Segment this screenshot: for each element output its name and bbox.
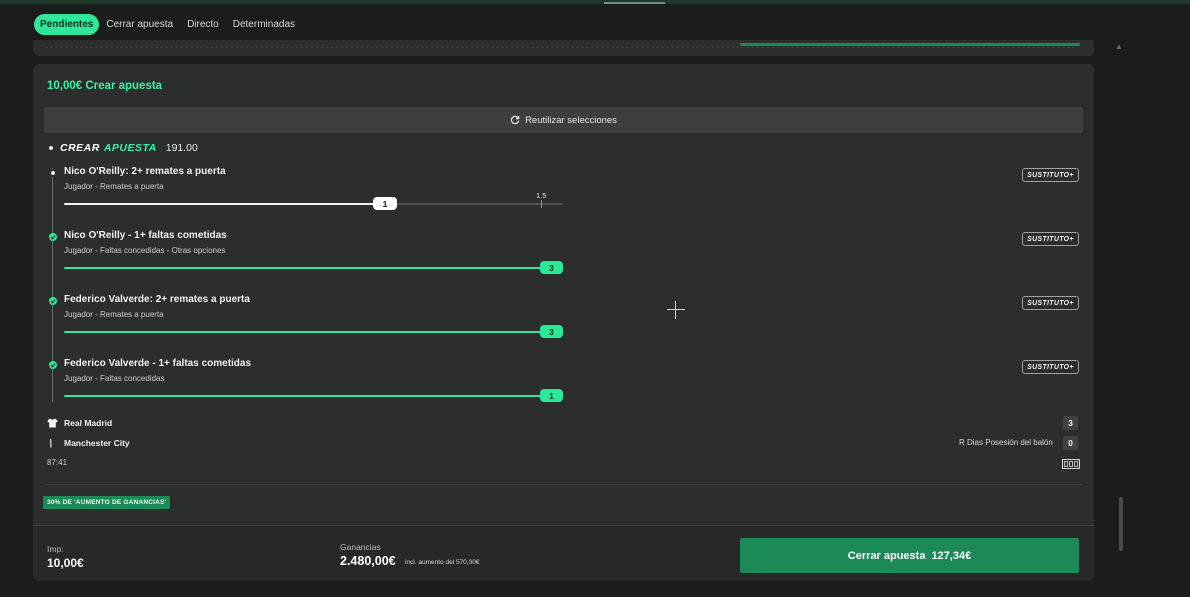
- boost-badge: 30% DE 'AUMENTO DE GANANCIAS': [43, 496, 171, 509]
- top-accent-bar: [0, 0, 1190, 4]
- selection-item: Nico O'Reilly - 1+ faltas cometidas Juga…: [33, 230, 1094, 294]
- progress-track: [64, 203, 563, 205]
- selection-name: Nico O'Reilly - 1+ faltas cometidas: [64, 230, 227, 241]
- tab-directo[interactable]: Directo: [180, 14, 226, 35]
- bet-card: 10,00€ Crear apuesta Reutilizar seleccio…: [33, 64, 1094, 581]
- progress-fill: [64, 395, 563, 397]
- progress-current-value: 3: [540, 325, 563, 338]
- winnings-label: Ganancias: [340, 542, 381, 552]
- substitute-button[interactable]: SUSTITUTO+: [1022, 296, 1079, 310]
- winnings-boost-note: incl. aumento del 570,00€: [405, 559, 480, 566]
- substitute-button[interactable]: SUSTITUTO+: [1022, 360, 1079, 374]
- away-team-row: Manchester City: [47, 436, 130, 450]
- match-info: Real Madrid 3 Manchester City R Dias Pos…: [33, 414, 1094, 474]
- bet-builder-word1: CREAR: [60, 142, 100, 154]
- crosshair-cursor-icon: [667, 301, 685, 319]
- check-icon: [49, 361, 57, 369]
- selection-market: Jugador - Faltas concedidas: [64, 374, 165, 383]
- home-team-row: Real Madrid: [47, 416, 112, 430]
- selection-item: Federico Valverde: 2+ remates a puerta J…: [33, 294, 1094, 358]
- previous-cashout-button-edge[interactable]: [740, 43, 1080, 46]
- progress-fill: [64, 203, 384, 205]
- scroll-up-icon[interactable]: ▲: [1115, 42, 1123, 51]
- match-clock: 87:41: [47, 458, 68, 467]
- progress-fill: [64, 267, 563, 269]
- progress-current-value: 1: [540, 389, 563, 402]
- progress-fill: [64, 331, 563, 333]
- winnings-value: 2.480,00€: [340, 554, 396, 568]
- selection-name: Nico O'Reilly: 2+ remates a puerta: [64, 166, 226, 177]
- progress-target-tick: [541, 200, 542, 208]
- scrollbar-thumb[interactable]: [1119, 497, 1123, 551]
- home-team-name: Real Madrid: [64, 418, 113, 428]
- bet-builder-word2: APUESTA: [103, 142, 157, 154]
- section-divider: [44, 484, 1083, 485]
- dashed-divider: [45, 47, 1075, 48]
- selection-item: Federico Valverde - 1+ faltas cometidas …: [33, 358, 1094, 422]
- live-stat-label: R Dias Posesión del balón: [959, 438, 1053, 447]
- selection-market: Jugador - Remates a puerta: [64, 310, 164, 319]
- reuse-selections-label: Reutilizar selecciones: [525, 114, 617, 126]
- substitute-button[interactable]: SUSTITUTO+: [1022, 232, 1079, 246]
- cashout-amount: 127,34€: [931, 549, 972, 562]
- bet-footer: Imp: 10,00€ Ganancias 2.480,00€ incl. au…: [33, 525, 1094, 581]
- selection-name: Federico Valverde - 1+ faltas cometidas: [64, 358, 252, 369]
- progress-track: [64, 395, 563, 397]
- reuse-selections-button[interactable]: Reutilizar selecciones: [44, 107, 1083, 133]
- previous-bet-card: [33, 40, 1094, 56]
- progress-current-value: 3: [540, 261, 563, 274]
- selection-name: Federico Valverde: 2+ remates a puerta: [64, 294, 250, 305]
- scoreboard-icon[interactable]: [1062, 456, 1080, 474]
- tab-determinadas[interactable]: Determinadas: [226, 14, 302, 35]
- progress-target-label: 1.5: [536, 191, 547, 200]
- selection-item: Nico O'Reilly: 2+ remates a puerta Jugad…: [33, 166, 1094, 230]
- substitute-button[interactable]: SUSTITUTO+: [1022, 168, 1079, 182]
- selection-market: Jugador - Remates a puerta: [64, 182, 164, 191]
- check-icon: [49, 297, 57, 305]
- cashout-button[interactable]: Cerrar apuesta 127,34€: [740, 538, 1079, 573]
- bullet-icon: [49, 146, 53, 150]
- progress-track: [64, 331, 563, 333]
- stake-label: Imp:: [47, 544, 64, 554]
- bet-card-title: 10,00€ Crear apuesta: [47, 80, 163, 92]
- check-icon: [49, 233, 57, 241]
- cashout-label: Cerrar apuesta: [847, 549, 926, 562]
- jersey-icon: [47, 418, 59, 428]
- progress-track: [64, 267, 563, 269]
- tab-pendientes[interactable]: Pendientes: [34, 14, 100, 35]
- pending-dot-icon: [49, 169, 57, 177]
- jersey-icon: [47, 438, 59, 448]
- stake-value: 10,00€: [47, 556, 84, 570]
- bet-tabs: Pendientes Cerrar apuesta Directo Determ…: [34, 14, 302, 35]
- refresh-icon: [510, 115, 520, 125]
- bet-builder-odds: 191.00: [165, 142, 198, 154]
- tab-cerrar-apuesta[interactable]: Cerrar apuesta: [99, 14, 180, 35]
- bet-builder-header: CREAR APUESTA 191.00: [49, 142, 198, 154]
- away-score: 0: [1063, 436, 1078, 450]
- top-accent-highlight: [604, 2, 665, 4]
- selection-market: Jugador - Faltas concedidas - Otras opci…: [64, 246, 226, 255]
- home-score: 3: [1063, 416, 1078, 430]
- progress-current-value: 1: [373, 197, 397, 210]
- away-team-name: Manchester City: [64, 438, 130, 448]
